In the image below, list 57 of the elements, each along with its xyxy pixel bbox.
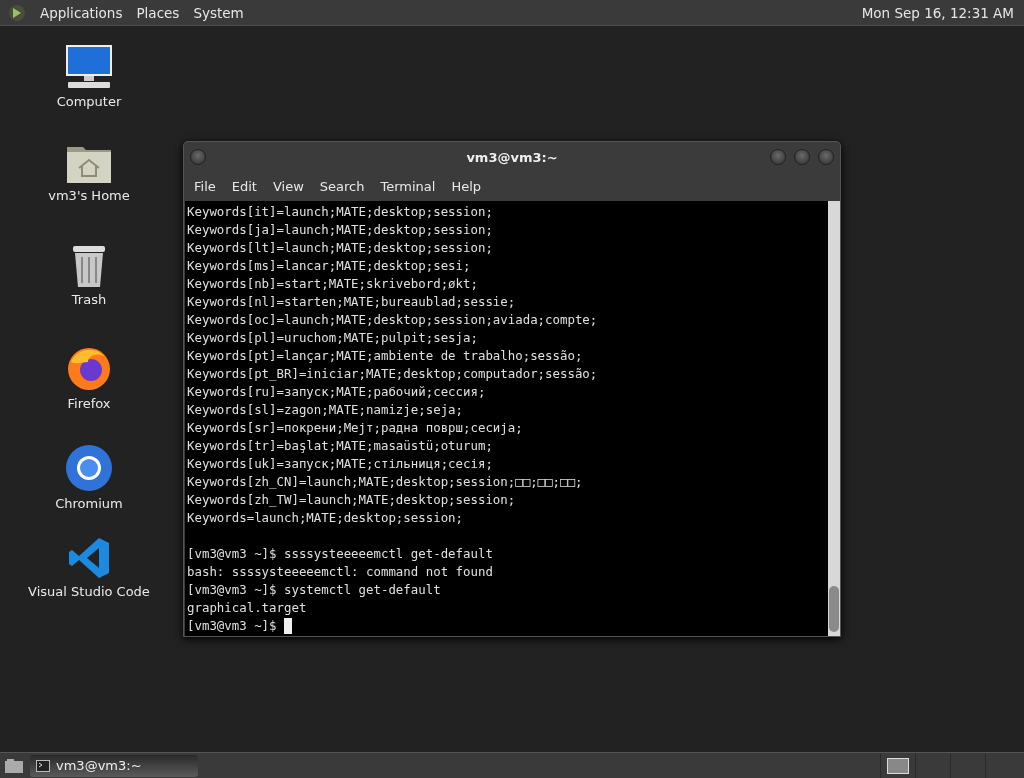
computer-icon [64, 44, 114, 90]
window-title: vm3@vm3:~ [466, 149, 558, 165]
window-menu-button[interactable] [190, 149, 206, 165]
text-cursor [283, 618, 292, 634]
terminal-line: [vm3@vm3 ~]$ systemctl get-default [187, 581, 441, 599]
maximize-button[interactable] [794, 149, 810, 165]
terminal-line: Keywords[lt]=launch;MATE;desktop;session; [187, 239, 493, 257]
clock[interactable]: Mon Sep 16, 12:31 AM [861, 4, 1016, 21]
menu-item[interactable]: View [264, 179, 312, 194]
desktop-icon-label[interactable]: Visual Studio Code [28, 584, 150, 599]
menu-item[interactable]: Edit [223, 179, 265, 194]
menu-item[interactable]: File [186, 179, 224, 194]
terminal-line: Keywords[sl]=zagon;MATE;namizje;seja; [187, 401, 463, 419]
terminal-line: Keywords[zh_TW]=launch;MATE;desktop;session; [187, 491, 516, 509]
desktop-icon-label[interactable]: Chromium [55, 496, 123, 511]
terminal-line: Keywords[sr]=покрени;Мејт;радна површ;сесија; [187, 419, 523, 437]
desktop-icon-label[interactable]: Trash [71, 292, 107, 307]
panel-menu[interactable]: Places [136, 4, 180, 21]
terminal-line: Keywords[it]=launch;MATE;desktop;session; [187, 203, 493, 221]
desktop-icon-label[interactable]: Computer [56, 94, 122, 109]
terminal-line: Keywords[oc]=launch;MATE;desktop;session;aviada;compte; [187, 311, 598, 329]
close-button[interactable] [818, 149, 834, 165]
terminal-line: Keywords[ms]=lancar;MATE;desktop;sesi; [187, 257, 471, 275]
menu-logo-icon [8, 3, 26, 22]
panel-menu[interactable]: System [193, 4, 244, 21]
terminal-line: Keywords[pl]=uruchom;MATE;pulpit;sesja; [187, 329, 478, 347]
terminal-line: Keywords[nb]=start;MATE;skrivebord;økt; [187, 275, 478, 293]
terminal-line: Keywords=launch;MATE;desktop;session; [187, 509, 463, 527]
desktop-icon-label[interactable]: vm3's Home [48, 188, 130, 203]
workspace-switcher[interactable] [887, 757, 909, 774]
terminal-line: graphical.target [187, 599, 307, 617]
desktop-icon-label[interactable]: Firefox [67, 396, 111, 411]
terminal-line: Keywords[uk]=запуск;MATE;стільниця;сесія; [187, 455, 493, 473]
terminal-icon [36, 759, 50, 772]
menu-item[interactable]: Help [443, 179, 490, 194]
menu-item[interactable]: Terminal [372, 179, 444, 194]
chromium-icon [65, 444, 113, 492]
terminal-line: [vm3@vm3 ~]$ [187, 617, 277, 635]
terminal-line: Keywords[nl]=starten;MATE;bureaublad;sessie; [187, 293, 516, 311]
scrollbar[interactable] [828, 201, 840, 636]
trash-icon [70, 244, 108, 288]
taskbar-button[interactable]: vm3@vm3:~ [30, 754, 198, 777]
terminal-line: Keywords[pt_BR]=iniciar;MATE;desktop;computador;sessão; [187, 365, 598, 383]
terminal-line: Keywords[ru]=запуск;MATE;рабочий;сессия; [187, 383, 486, 401]
home-folder-icon [66, 144, 112, 184]
terminal-line: Keywords[tr]=başlat;MATE;masaüstü;oturum; [187, 437, 493, 455]
minimize-button[interactable] [770, 149, 786, 165]
panel-menu[interactable]: Applications [40, 4, 123, 21]
terminal-line: [vm3@vm3 ~]$ ssssysteeeeemctl get-default [187, 545, 493, 563]
code-editor-icon [67, 536, 111, 580]
menu-item[interactable]: Search [311, 179, 373, 194]
scrollbar-thumb[interactable] [829, 586, 839, 632]
terminal-line: Keywords[zh_CN]=launch;MATE;desktop;session;□□;□□;□□; [187, 473, 583, 491]
show-desktop-icon[interactable] [4, 757, 24, 774]
terminal-line: bash: ssssysteeeeemctl: command not found [187, 563, 493, 581]
terminal-line: Keywords[pt]=lançar;MATE;ambiente de trabalho;sessão; [187, 347, 583, 365]
terminal-line: Keywords[ja]=launch;MATE;desktop;session; [187, 221, 493, 239]
